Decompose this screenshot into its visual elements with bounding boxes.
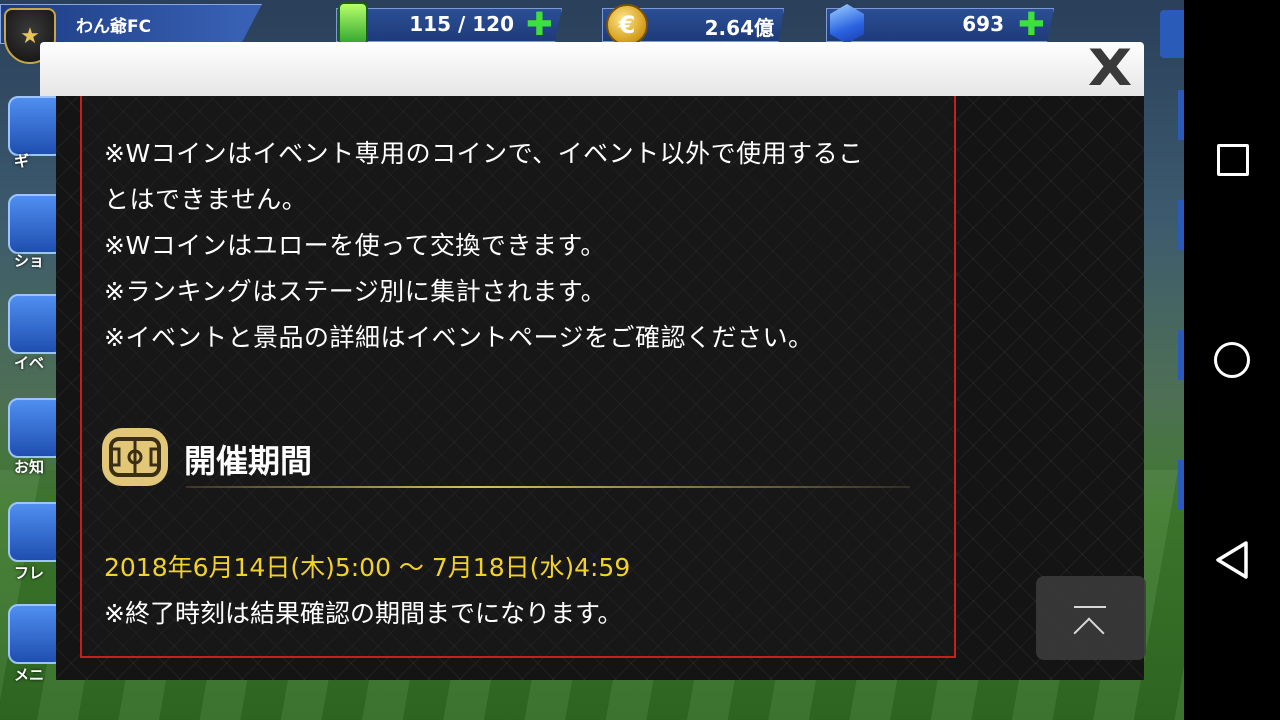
side-menu-shop-label: ショ [14, 252, 45, 270]
section-title: 開催期間 [184, 442, 313, 480]
note-line: ※ランキングはステージ別に集計されます。 [104, 277, 607, 306]
coin-icon: € [606, 4, 648, 46]
stamina-value: 115 / 120 [409, 12, 514, 36]
event-period: 2018年6月14日(木)5:00 〜 7月18日(水)4:59 [104, 553, 631, 582]
side-menu-gift-label: ギ [14, 152, 30, 170]
scroll-to-top-icon [1074, 606, 1106, 608]
side-menu-friends-label: フレ [14, 564, 45, 582]
note-line: ※Wコインはユローを使って交換できます。 [104, 231, 606, 260]
stamina-plus-icon[interactable]: ✚ [526, 8, 553, 40]
side-menu-news-label: お知 [14, 458, 45, 476]
coin-value: 2.64億 [704, 16, 774, 40]
side-menu-event-label: イベ [14, 354, 45, 372]
close-button[interactable]: X [1078, 39, 1142, 97]
circle-icon[interactable] [1214, 342, 1250, 378]
chevron-up-icon [1073, 617, 1105, 649]
note-line: とはできません。 [104, 185, 308, 214]
note-line: ※イベントと景品の詳細はイベントページをご確認ください。 [104, 323, 814, 352]
gem-value: 693 [962, 12, 1004, 36]
square-icon[interactable] [1217, 144, 1249, 176]
side-menu-menu-label: メニ [14, 666, 45, 684]
field-icon [102, 428, 168, 486]
gem-plus-icon[interactable]: ✚ [1018, 8, 1045, 40]
battery-icon [338, 2, 368, 46]
triangle-back-icon[interactable] [1214, 540, 1250, 580]
top-right-tab[interactable] [1160, 10, 1184, 58]
team-name: わん爺FC [76, 17, 152, 37]
modal-header-bar [40, 42, 1144, 96]
section-divider [186, 486, 910, 488]
close-icon: X [1087, 39, 1133, 97]
note-line: ※Wコインはイベント専用のコインで、イベント以外で使用するこ [104, 139, 864, 168]
scroll-to-top-button[interactable] [1036, 576, 1146, 660]
period-note: ※終了時刻は結果確認の期間までになります。 [104, 599, 623, 628]
